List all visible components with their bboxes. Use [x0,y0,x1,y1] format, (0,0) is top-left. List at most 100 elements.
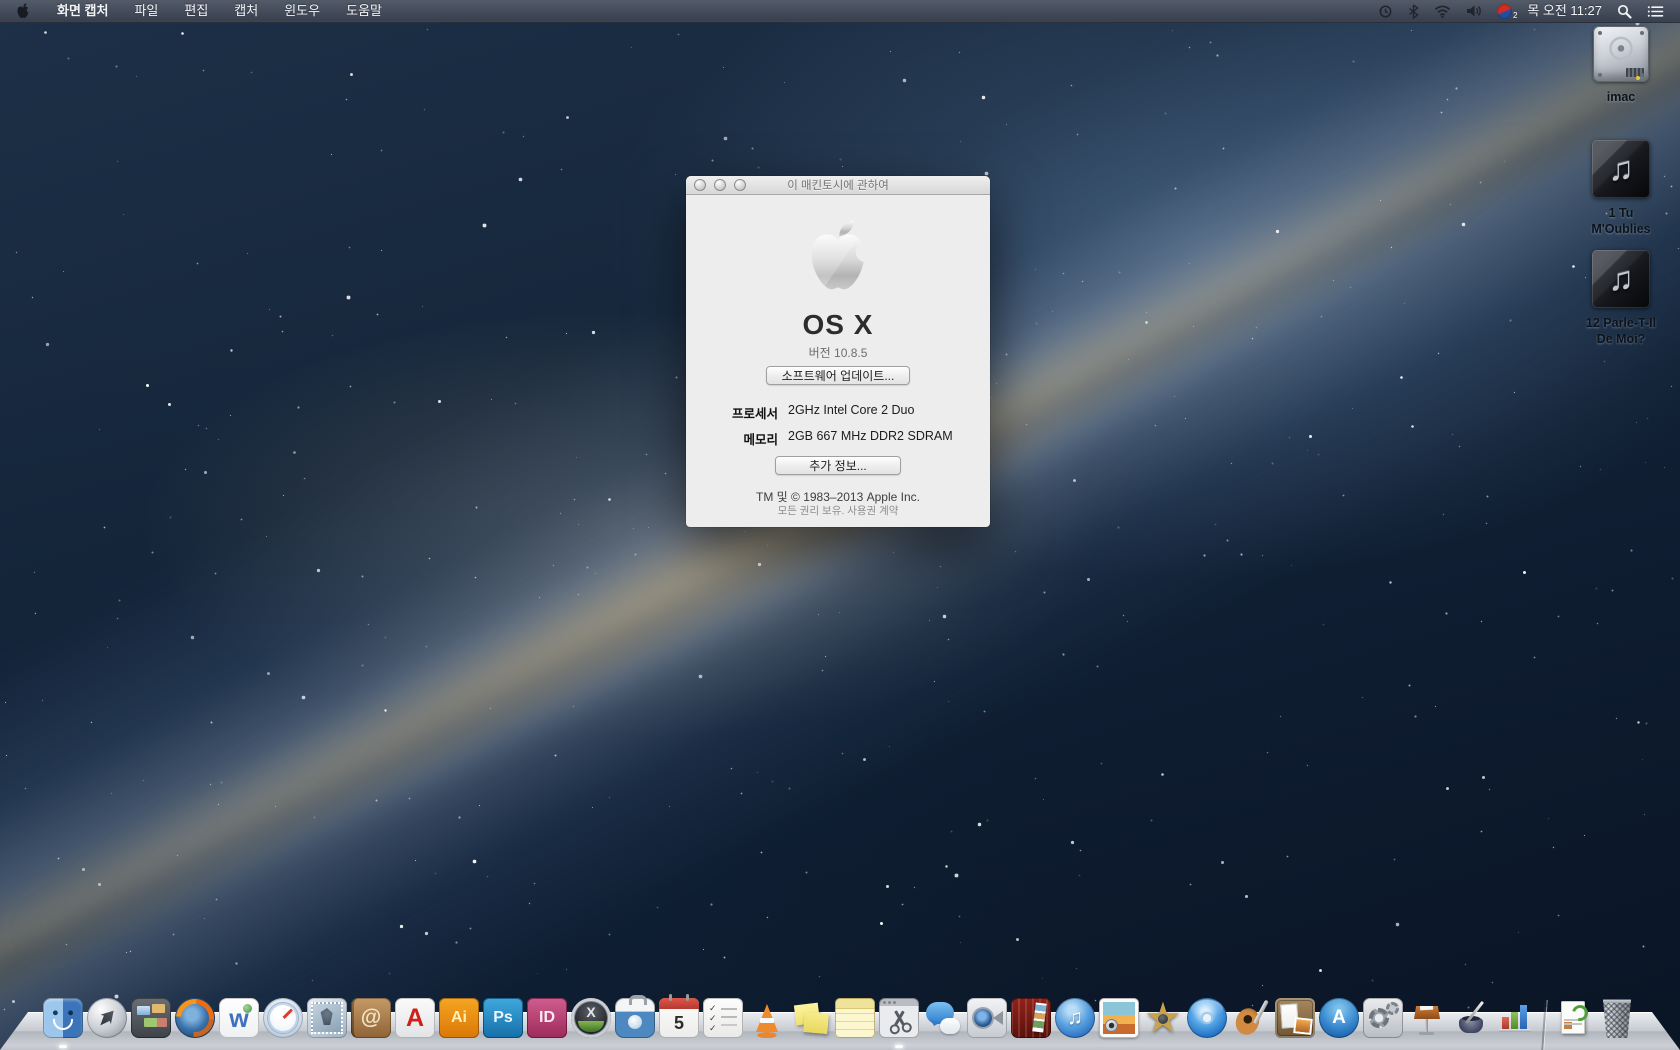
dock-icon-notes[interactable] [835,998,875,1038]
dock-icon-indesign[interactable]: ID [527,998,567,1038]
desktop-icon-label: 12 Parle-T-Il [1586,316,1656,330]
bluetooth-icon[interactable] [1408,4,1419,19]
window-title: 이 매킨토시에 관하여 [686,177,990,193]
illustrator-icon: Ai [439,998,479,1038]
dock-icon-messages[interactable] [923,998,963,1038]
dock-icon-stickies[interactable] [791,998,831,1038]
desktop-icon-label: De Moi? [1597,332,1646,346]
dock-icon-toast[interactable] [615,998,655,1038]
dock-icon-facetime[interactable] [967,998,1007,1038]
menu-bar-status-area: 2 목 오전 11:27 [1378,0,1680,22]
dock-icon-iweb[interactable] [1275,998,1315,1038]
dock-icon-mission-control[interactable] [131,998,171,1038]
app-store-glyph: A [1319,998,1359,1038]
xbmc-glyph: X [571,998,611,1038]
menu-item-파일[interactable]: 파일 [121,3,171,18]
desktop-icon-label: M'Oublies [1591,222,1650,236]
photoshop-glyph: Ps [483,998,523,1038]
dock-icon-documents-stack[interactable] [1553,998,1593,1038]
dock-icon-xbmc[interactable]: X [571,998,611,1038]
volume-icon[interactable] [1466,4,1482,18]
menu-item-app-name[interactable]: 화면 캡처 [44,3,121,18]
menu-item-윈도우[interactable]: 윈도우 [271,3,333,18]
menu-bar-clock[interactable]: 목 오전 11:27 [1527,0,1602,22]
more-info-button[interactable]: 추가 정보... [775,456,901,475]
safari-icon [263,998,303,1038]
desktop-icon-label: imac [1607,90,1636,104]
adobe-reader-icon: A [395,998,435,1038]
dock-icon-firefox[interactable] [175,998,215,1038]
iphoto-icon [1099,998,1139,1038]
documents-stack-icon [1553,998,1593,1038]
audio-file-icon [1592,250,1650,308]
audio-file-icon [1592,140,1650,198]
dock-icon-idvd[interactable] [1187,998,1227,1038]
dock-icon-keynote[interactable] [1407,998,1447,1038]
spotlight-icon[interactable] [1617,4,1632,19]
dock-icon-contacts[interactable]: @ [351,998,391,1038]
dock-icon-garageband[interactable] [1231,998,1271,1038]
software-update-button[interactable]: 소프트웨어 업데이트... [766,366,910,385]
menu-item-도움말[interactable]: 도움말 [333,3,395,18]
dock-icon-reminders[interactable] [703,998,743,1038]
mail-icon [307,998,347,1038]
dock-icon-pages[interactable] [1451,998,1491,1038]
dock-icon-adobe-reader[interactable]: A [395,998,435,1038]
notification-center-icon[interactable] [1647,5,1664,18]
facetime-icon [967,998,1007,1038]
zoom-button[interactable] [734,179,746,191]
dock-icon-grab[interactable] [879,998,919,1038]
dock-icon-iphoto[interactable] [1099,998,1139,1038]
os-version: 버전 10.8.5 [686,344,990,361]
stickies-icon [791,998,831,1038]
app-store-icon: A [1319,998,1359,1038]
dock-icon-trash[interactable] [1597,998,1637,1038]
dock-icon-system-preferences[interactable] [1363,998,1403,1038]
contacts-icon: @ [351,998,391,1038]
xbmc-icon: X [571,998,611,1038]
menu-items: 화면 캡처파일편집캡처윈도우도움말 [44,0,395,22]
wifi-icon[interactable] [1434,5,1451,18]
dock-icon-illustrator[interactable]: Ai [439,998,479,1038]
dock-icon-photoshop[interactable]: Ps [483,998,523,1038]
dock-icon-mail[interactable] [307,998,347,1038]
dock-icon-numbers[interactable] [1495,998,1535,1038]
time-machine-icon[interactable] [1378,4,1393,19]
desktop-icon-label: 1 Tu [1609,206,1634,220]
dock-icon-safari[interactable] [263,998,303,1038]
dock-icon-launchpad[interactable] [87,998,127,1038]
processor-row: 프로세서 2GHz Intel Core 2 Duo [686,403,990,422]
launchpad-icon [87,998,127,1038]
dock-icon-app-store[interactable]: A [1319,998,1359,1038]
input-source-korean-flag[interactable]: 2 [1496,2,1514,20]
running-indicator [59,1045,67,1048]
menu-item-편집[interactable]: 편집 [171,3,221,18]
dock-icon-calendar[interactable]: 5 [659,998,699,1038]
dock-icon-finder[interactable] [43,998,83,1038]
running-indicator [895,1045,903,1048]
desktop-icon-imac[interactable]: imac [1585,26,1657,104]
close-button[interactable] [694,179,706,191]
calendar-icon: 5 [659,998,699,1038]
minimize-button[interactable] [714,179,726,191]
apple-logo-icon [16,3,30,20]
menu-item-캡처[interactable]: 캡처 [221,3,271,18]
input-badge: 2 [1513,10,1517,19]
photoshop-icon: Ps [483,998,523,1038]
dock-icon-photo-booth[interactable] [1011,998,1051,1038]
system-preferences-icon [1363,998,1403,1038]
dock-separator [1539,990,1549,1038]
desktop-icon-1-tu-m-oublies[interactable]: 1 Tu M'Oublies [1585,140,1657,236]
dock-icon-w-document-app[interactable]: w [219,998,259,1038]
desktop-icon-12-parle-t-il-de-moi[interactable]: 12 Parle-T-Il De Moi? [1585,250,1657,346]
dock-icon-itunes[interactable] [1055,998,1095,1038]
apple-logo [805,219,871,303]
rights-text: 모든 권리 보유. 사용권 계약 [686,503,990,518]
window-title-bar[interactable]: 이 매킨토시에 관하여 [686,176,990,195]
dock-icon-imovie[interactable] [1143,998,1183,1038]
about-this-mac-window: 이 매킨토시에 관하여 [686,176,990,527]
apple-menu[interactable] [0,3,44,20]
calendar-glyph: 5 [659,998,699,1038]
dock-icon-vlc[interactable] [747,998,787,1038]
idvd-icon [1187,998,1227,1038]
